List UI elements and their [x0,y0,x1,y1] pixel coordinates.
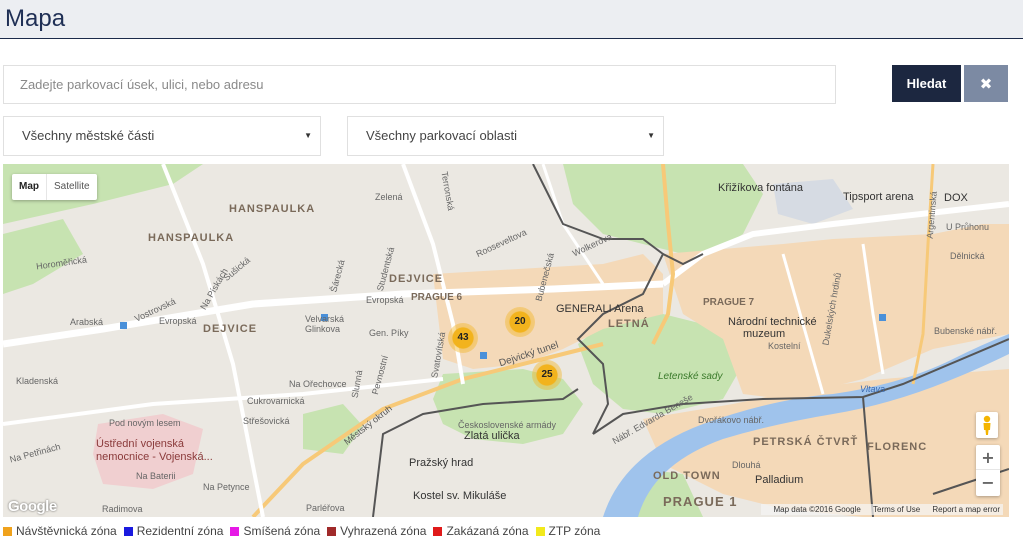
page-title: Mapa [5,5,66,32]
legend-item: Návštěvnická zóna [3,523,117,539]
caret-down-icon: ▼ [304,131,312,140]
map-label: Střešovická [243,416,290,426]
map-label: Parléřova [306,503,345,513]
google-logo: Google [8,498,57,515]
legend-label: Smíšená zóna [243,524,321,538]
legend-item: Smíšená zóna [230,523,320,539]
map-label: Radimova [102,504,143,514]
map-label: DOX [944,192,968,204]
map-label: Bubenské nábř. [934,326,998,336]
map-label: GENERALI Arena [556,303,644,315]
map-label: Evropská [159,316,197,326]
map-label: Dělnická [950,251,985,261]
map-label: PRAGUE 6 [411,292,463,303]
map-label: nemocnice - Vojenská... [96,451,213,463]
map-label: Arabská [70,317,104,327]
map-label: Evropská [366,295,404,305]
map-label: Dlouhá [732,460,761,470]
legend-item: Rezidentní zóna [123,523,224,539]
map-label: Vltava [860,384,886,394]
legend-swatch [230,526,240,536]
legend-item: Zakázaná zóna [433,523,529,539]
search-input[interactable] [3,65,836,104]
legend-label: Zakázaná zóna [446,524,529,538]
map-label: Na Petynce [203,482,250,492]
map-label: DEJVICE [203,323,258,335]
map-label: Ústřední vojenská [96,438,185,450]
map-label: OLD TOWN [653,470,721,482]
map-label: Kostel sv. Mikuláše [413,490,507,502]
map-label: Československé armády [458,420,557,430]
street-view-pegman-icon[interactable] [976,412,998,438]
legend-label: Návštěvnická zóna [16,524,117,538]
legend-label: ZTP zóna [548,524,601,538]
map-label: Zelená [375,192,403,202]
close-icon: ✖ [979,74,993,93]
parking-area-select[interactable]: Všechny parkovací oblasti ▼ [347,116,664,156]
map-attribution: Map data ©2016 Google Terms of Use Repor… [760,504,1003,515]
map-label: U Průhonu [946,222,990,232]
legend-swatch [327,526,337,536]
map-label: PRAGUE 7 [703,297,755,308]
zoom-control: + − [976,445,1000,496]
map-label: Velvarská [305,314,345,324]
map-label: Glinkova [305,324,341,334]
report-map-error-link[interactable]: Report a map error [932,505,1000,514]
map-tiles [3,164,1009,517]
parking-cluster-marker[interactable]: 20 [505,307,535,337]
map-label: Kostelní [768,341,801,351]
legend-item: Vyhrazená zóna [327,523,426,539]
district-select-value: Všechny městské části [22,128,155,143]
legend-item: ZTP zóna [535,523,601,539]
map-label: Pražský hrad [409,457,474,469]
map-label: LETNÁ [608,318,650,330]
map-label: Gen. Píky [369,328,409,338]
map-type-satellite-button[interactable]: Satellite [46,174,97,200]
map-label: PETRSKÁ ČTVRŤ [753,436,859,448]
map-label: PRAGUE 1 [663,494,738,509]
map-label: Na Ořechovce [289,379,347,389]
map-label: Národní technické [728,316,817,328]
map-label: muzeum [743,328,786,340]
map-label: Křižíkova fontána [718,182,803,194]
parking-cluster-marker[interactable]: 43 [448,323,478,353]
clear-button[interactable]: ✖ [964,65,1008,102]
map-label: Letenské sady [658,371,723,382]
page-header: Mapa [0,0,1023,39]
legend-swatch [3,526,12,536]
map-label: Pod novým lesem [109,418,181,428]
parking-area-select-value: Všechny parkovací oblasti [366,128,518,143]
map-label: DEJVICE [389,273,444,285]
zoom-out-button[interactable]: − [976,470,1000,495]
search-button[interactable]: Hledat [892,65,961,102]
map-label: Cukrovarnická [247,396,305,406]
zone-legend: Návštěvnická zóna Rezidentní zóna Smíšen… [3,523,607,539]
map-label: Zlatá ulička [464,430,520,442]
zoom-in-button[interactable]: + [976,445,1000,470]
terms-of-use-link[interactable]: Terms of Use [873,505,920,514]
legend-swatch [535,526,545,536]
map-canvas[interactable]: HANSPAULKA HANSPAULKA DEJVICE DEJVICE PR… [3,164,1009,517]
map-label: Palladium [755,474,804,486]
parking-cluster-marker[interactable]: 25 [532,360,562,390]
map-data-credit: Map data ©2016 Google [773,505,861,514]
legend-label: Rezidentní zóna [136,524,224,538]
legend-label: Vyhrazená zóna [340,524,427,538]
map-label: Kladenská [16,376,59,386]
map-label: Dvořákovo nábř. [698,415,765,425]
legend-swatch [123,526,133,536]
map-type-control: Map Satellite [12,174,97,200]
district-select[interactable]: Všechny městské části ▼ [3,116,321,156]
caret-down-icon: ▼ [647,131,655,140]
map-label: HANSPAULKA [229,203,316,215]
map-type-map-button[interactable]: Map [12,174,46,200]
map-label: Tipsport arena [843,191,914,203]
map-label: Na Baterii [136,471,176,481]
legend-swatch [433,526,443,536]
map-label: HANSPAULKA [148,232,235,244]
map-label: FLORENC [867,441,928,453]
